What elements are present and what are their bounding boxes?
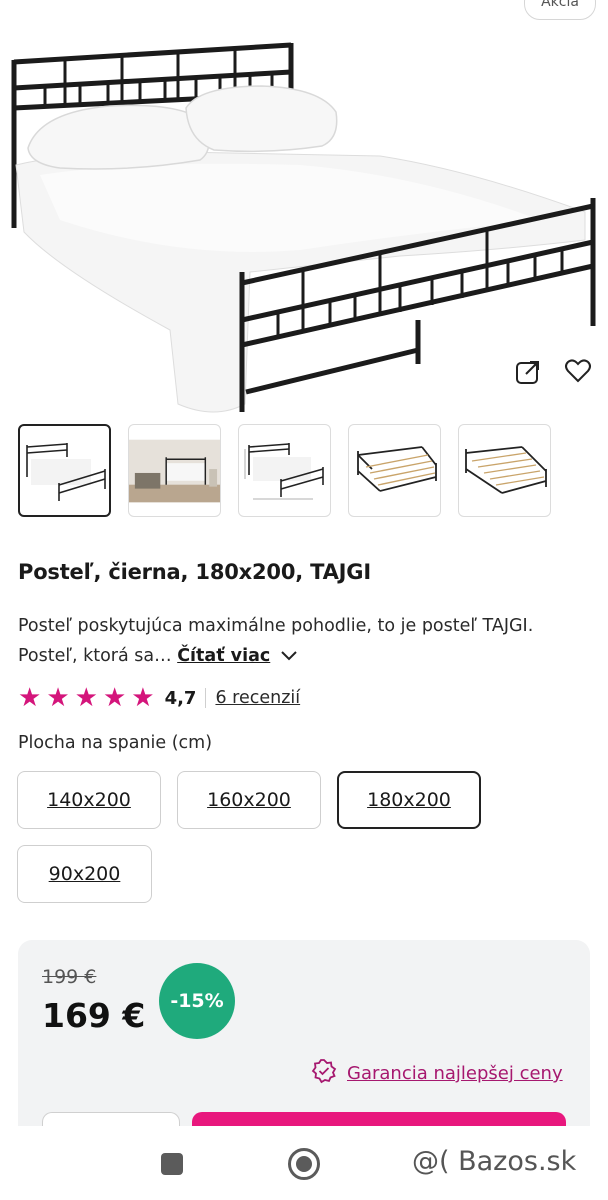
reviews-link[interactable]: 6 recenzií — [215, 688, 300, 708]
rating-stars: ★ ★ ★ ★ ★ — [18, 685, 155, 711]
discount-badge: -15% — [159, 963, 235, 1039]
thumb-bed-room-image — [129, 439, 220, 502]
star-icon: ★ — [131, 683, 155, 713]
thumbnail-4[interactable] — [348, 424, 441, 517]
sale-badge: Akcia — [524, 0, 596, 20]
watermark: @( Bazos.sk — [412, 1146, 577, 1177]
current-price: 169 € — [42, 996, 146, 1035]
chevron-down-icon[interactable] — [280, 641, 298, 671]
star-icon: ★ — [46, 683, 70, 713]
bed-illustration — [11, 42, 596, 413]
thumb-bed-dimensions-image — [244, 442, 324, 499]
heart-icon[interactable] — [564, 358, 598, 392]
thumbnail-gallery — [18, 424, 551, 517]
product-description: Posteľ poskytujúca maximálne pohodlie, t… — [18, 611, 578, 671]
star-icon: ★ — [18, 683, 42, 713]
thumb-bed-frame-image — [356, 445, 437, 492]
divider — [205, 688, 207, 708]
best-price-guarantee[interactable]: Garancia najlepšej ceny — [311, 1058, 563, 1089]
thumbnail-2[interactable] — [128, 424, 221, 517]
guarantee-link[interactable]: Garancia najlepšej ceny — [347, 1063, 563, 1084]
thumbnail-5[interactable] — [458, 424, 551, 517]
thumb-bed-front-image — [25, 442, 106, 501]
recent-apps-icon[interactable] — [161, 1153, 183, 1175]
thumb-bed-frame-slats-image — [464, 445, 547, 494]
star-icon: ★ — [102, 683, 127, 713]
system-nav-bar: @( Bazos.sk — [0, 1126, 608, 1200]
read-more-link[interactable]: Čítať viac — [177, 646, 270, 666]
description-text: Posteľ poskytujúca maximálne pohodlie, t… — [18, 616, 534, 666]
star-icon: ★ — [74, 683, 98, 713]
size-option-90x200[interactable]: 90x200 — [17, 845, 152, 903]
size-option-140x200[interactable]: 140x200 — [17, 771, 161, 829]
share-icon[interactable] — [514, 358, 548, 392]
product-image[interactable]: Akcia — [0, 0, 608, 415]
badge-check-icon — [311, 1058, 337, 1089]
thumbnail-3[interactable] — [238, 424, 331, 517]
size-option-label: 160x200 — [207, 789, 291, 811]
size-option-180x200[interactable]: 180x200 — [337, 771, 481, 829]
thumbnail-1[interactable] — [18, 424, 111, 517]
size-option-label: 140x200 — [47, 789, 131, 811]
rating-score: 4,7 — [164, 687, 197, 709]
size-option-label: 180x200 — [367, 789, 451, 811]
product-title: Posteľ, čierna, 180x200, TAJGI — [18, 560, 371, 584]
size-option-label: 90x200 — [48, 863, 121, 885]
old-price: 199 € — [42, 966, 97, 988]
size-label: Plocha na spanie (cm) — [18, 733, 213, 753]
rating-row: ★ ★ ★ ★ ★ 4,7 6 recenzií — [18, 684, 300, 712]
size-option-160x200[interactable]: 160x200 — [177, 771, 321, 829]
home-icon[interactable] — [288, 1148, 320, 1180]
